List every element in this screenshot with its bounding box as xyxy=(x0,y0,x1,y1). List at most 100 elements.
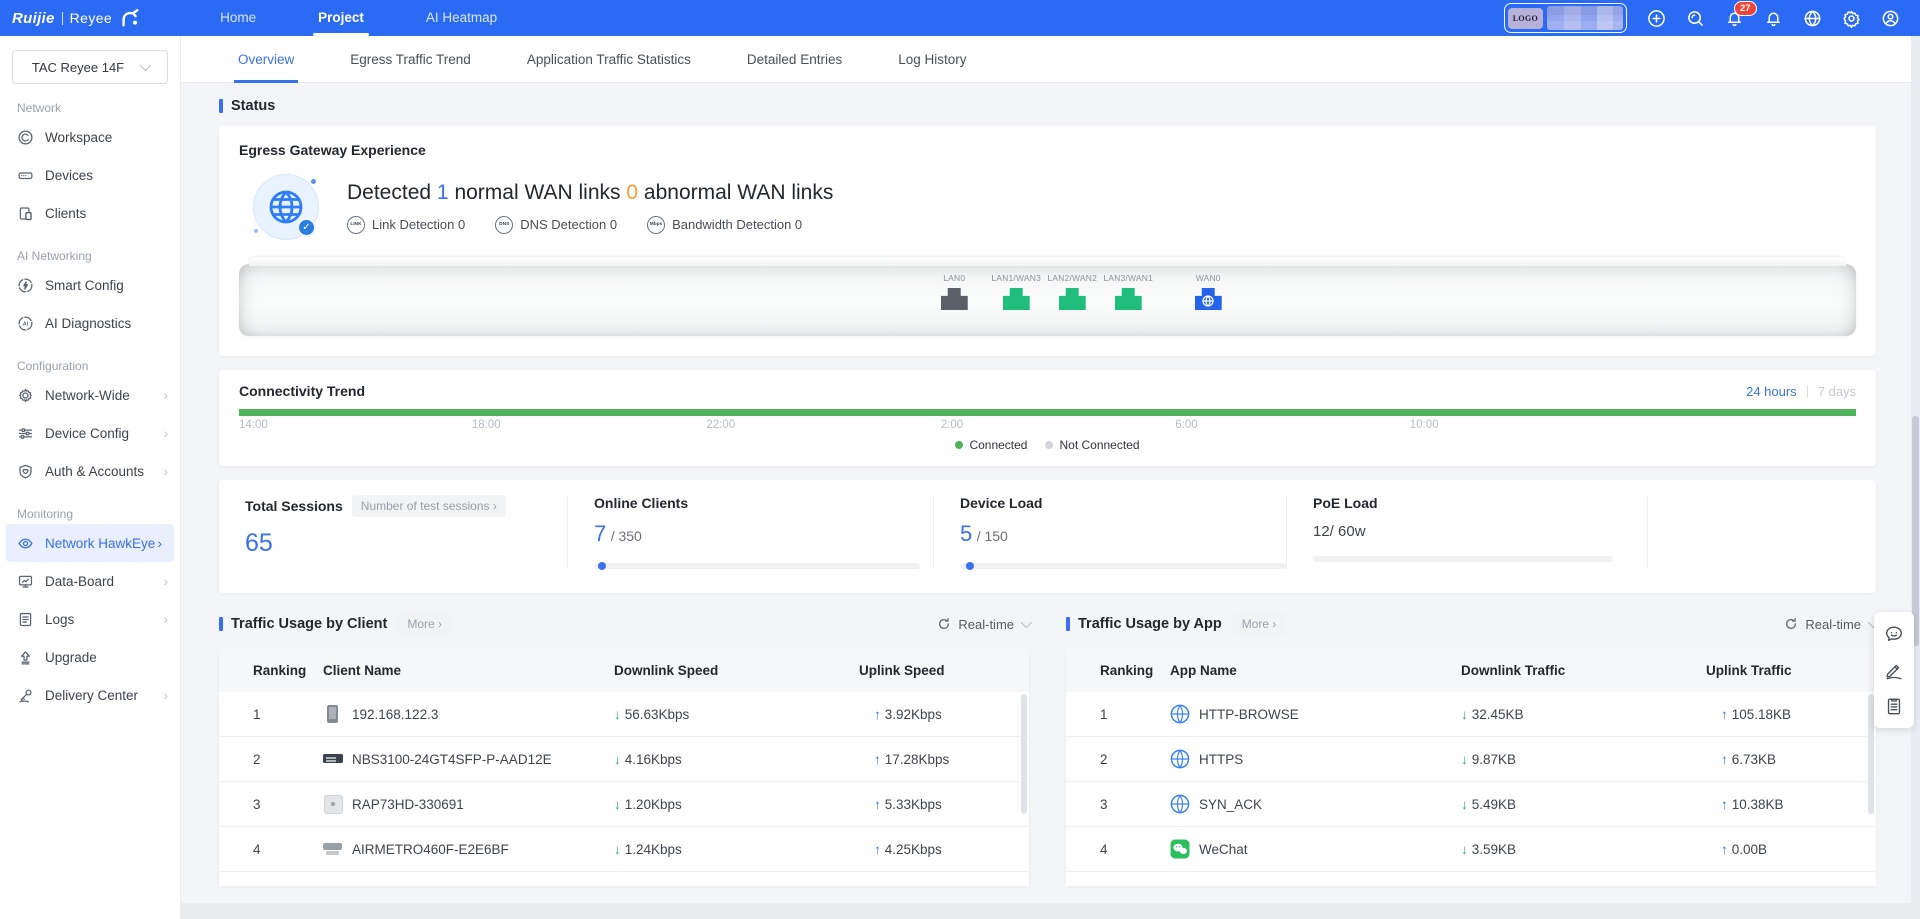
alarms-button[interactable] xyxy=(1763,8,1783,28)
test-sessions-badge[interactable]: Number of test sessions xyxy=(352,495,506,517)
tab-log-history[interactable]: Log History xyxy=(898,36,966,83)
support-chat-icon[interactable] xyxy=(1884,624,1904,644)
stats-spacer xyxy=(1647,495,1876,569)
port-wan0[interactable]: WAN0 xyxy=(1180,273,1236,310)
chevron-right-icon xyxy=(163,426,168,440)
down-arrow-icon xyxy=(1461,797,1472,812)
brand-logo[interactable]: Ruijie Reyee xyxy=(0,7,157,29)
client-devices-icon xyxy=(17,205,34,222)
sidebar-item-smart-config[interactable]: Smart Config xyxy=(0,266,180,304)
sidebar-item-delivery-center[interactable]: Delivery Center xyxy=(0,676,180,714)
online-clients-value: 7 xyxy=(594,521,606,546)
down-arrow-icon xyxy=(1461,707,1472,722)
client-realtime-dropdown[interactable]: Real-time xyxy=(937,617,1029,632)
survey-clipboard-icon[interactable] xyxy=(1884,696,1904,716)
sidebar-item-auth-accounts[interactable]: Auth & Accounts xyxy=(0,452,180,490)
tab-detailed-entries[interactable]: Detailed Entries xyxy=(747,36,842,83)
lan-port-icon xyxy=(1115,288,1142,310)
client-more-button[interactable]: More xyxy=(397,613,452,635)
legend-not-connected-label: Not Connected xyxy=(1059,438,1139,452)
sidebar-item-label: Smart Config xyxy=(45,278,124,293)
sidebar-item-logs[interactable]: Logs xyxy=(0,600,180,638)
feedback-pen-icon[interactable] xyxy=(1884,660,1904,680)
phone-device-icon xyxy=(323,704,343,724)
tab-egress-traffic-trend[interactable]: Egress Traffic Trend xyxy=(350,36,471,83)
table-row[interactable]: 4 WeChat 3.59KB 0.00B xyxy=(1066,827,1876,872)
range-24-hours[interactable]: 24 hours xyxy=(1746,384,1797,399)
check-badge-icon: ✓ xyxy=(297,218,316,237)
progress-dot xyxy=(598,562,606,570)
table-row[interactable]: 3 SYN_ACK 5.49KB 10.38KB xyxy=(1066,782,1876,827)
account-button[interactable] xyxy=(1880,8,1900,28)
plus-circle-icon xyxy=(1647,9,1666,28)
sidebar-item-devices[interactable]: Devices xyxy=(0,156,180,194)
sidebar-item-upgrade[interactable]: Upgrade xyxy=(0,638,180,676)
app-name: WeChat xyxy=(1199,842,1248,857)
language-button[interactable] xyxy=(1802,8,1822,28)
sidebar-item-ai-diagnostics[interactable]: AI AI Diagnostics xyxy=(0,304,180,342)
nav-ai-heatmap[interactable]: AI Heatmap xyxy=(395,0,528,36)
abnormal-wan-count: 0 xyxy=(626,181,638,204)
search-button[interactable] xyxy=(1685,8,1705,28)
table-row[interactable]: 4 AIRMETRO460F-E2E6BF 1.24Kbps 4.25Kbps xyxy=(219,827,1029,872)
access-point-device-icon xyxy=(323,794,343,814)
main-nav: Home Project AI Heatmap xyxy=(189,0,528,36)
table-row[interactable]: 2 NBS3100-24GT4SFP-P-AAD12E 4.16Kbps 17.… xyxy=(219,737,1029,782)
client-table-header: Ranking Client Name Downlink Speed Uplin… xyxy=(219,648,1029,692)
sidebar-item-label: Devices xyxy=(45,168,93,183)
sidebar-item-data-board[interactable]: Data-Board xyxy=(0,562,180,600)
table-row[interactable]: 1 HTTP-BROWSE 32.45KB 105.18KB xyxy=(1066,692,1876,737)
port-lan2-wan2[interactable]: LAN2/WAN2 xyxy=(1044,273,1100,310)
port-lan1-wan3[interactable]: LAN1/WAN3 xyxy=(988,273,1044,310)
vertical-scrollbar[interactable] xyxy=(1911,36,1920,919)
port-lan3-wan1[interactable]: LAN3/WAN1 xyxy=(1100,273,1156,310)
nav-project[interactable]: Project xyxy=(287,0,395,36)
total-sessions-value: 65 xyxy=(245,529,567,558)
sidebar-item-label: Auth & Accounts xyxy=(45,464,144,479)
alarm-bell-icon xyxy=(1764,9,1783,28)
notifications-button[interactable]: 27 xyxy=(1724,8,1744,28)
project-selector[interactable]: TAC Reyee 14F xyxy=(12,50,168,84)
connectivity-timeline-bar[interactable] xyxy=(239,409,1856,416)
table-scrollbar[interactable] xyxy=(1021,694,1027,814)
sidebar-item-network-wide[interactable]: Network-Wide xyxy=(0,376,180,414)
app-realtime-dropdown[interactable]: Real-time xyxy=(1784,617,1876,632)
refresh-icon xyxy=(1784,617,1798,631)
down-arrow-icon xyxy=(614,797,625,812)
nav-home[interactable]: Home xyxy=(189,0,287,36)
sidebar-section-monitoring: Monitoring xyxy=(17,507,180,521)
port-lan0[interactable]: LAN0 xyxy=(926,273,982,310)
smart-config-icon xyxy=(17,277,34,294)
table-row[interactable]: 1 192.168.122.3 56.63Kbps 3.92Kbps xyxy=(219,692,1029,737)
bandwidth-detection-item[interactable]: Mbps Bandwidth Detection 0 xyxy=(647,216,802,234)
sidebar-item-workspace[interactable]: Workspace xyxy=(0,118,180,156)
org-account-chip[interactable]: LOGO xyxy=(1504,3,1627,33)
clipped-row xyxy=(219,872,1029,886)
sidebar-item-device-config[interactable]: Device Config xyxy=(0,414,180,452)
tick-label: 22:00 xyxy=(706,419,735,431)
up-arrow-icon xyxy=(1721,842,1732,857)
tab-application-traffic-statistics[interactable]: Application Traffic Statistics xyxy=(527,36,691,83)
network-gear-icon xyxy=(17,387,34,404)
scrollbar-thumb[interactable] xyxy=(1912,416,1919,646)
reyee-wordmark: Reyee xyxy=(70,10,112,26)
tick-label: 6:00 xyxy=(1175,419,1197,431)
dns-detection-item[interactable]: DNS DNS Detection 0 xyxy=(495,216,617,234)
tab-overview[interactable]: Overview xyxy=(238,36,294,83)
link-detection-item[interactable]: LINK Link Detection 0 xyxy=(347,216,465,234)
sidebar-item-network-hawkeye[interactable]: Network HawkEye xyxy=(6,524,174,562)
project-selector-value: TAC Reyee 14F xyxy=(32,60,124,75)
table-row[interactable]: 2 HTTPS 9.87KB 6.73KB xyxy=(1066,737,1876,782)
table-row[interactable]: 3 RAP73HD-330691 1.20Kbps 5.33Kbps xyxy=(219,782,1029,827)
shield-heart-icon xyxy=(17,463,34,480)
settings-button[interactable] xyxy=(1841,8,1861,28)
horizontal-scrollbar[interactable] xyxy=(181,903,1920,919)
section-accent-bar xyxy=(219,99,223,113)
down-arrow-icon xyxy=(614,752,625,767)
add-project-button[interactable] xyxy=(1646,8,1666,28)
sidebar-item-clients[interactable]: Clients xyxy=(0,194,180,232)
range-divider xyxy=(1807,385,1808,398)
link-detection-icon: LINK xyxy=(347,216,365,234)
app-more-button[interactable]: More xyxy=(1232,613,1287,635)
range-7-days[interactable]: 7 days xyxy=(1818,384,1856,399)
